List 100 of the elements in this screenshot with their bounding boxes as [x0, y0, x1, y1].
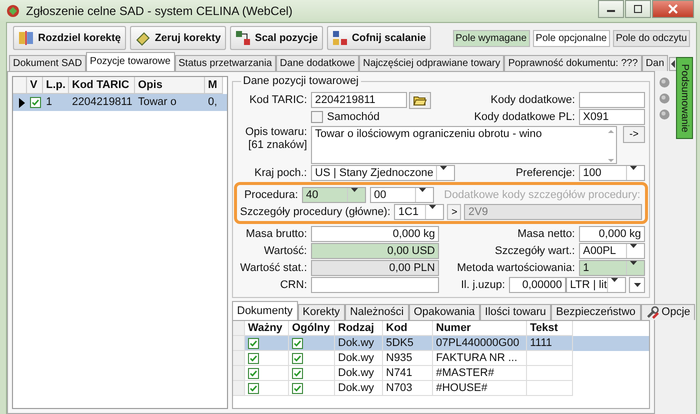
- field-label: Preferencje:: [514, 167, 576, 179]
- dropdown-field[interactable]: 1: [579, 260, 645, 276]
- tab[interactable]: Dane dodatkowe: [276, 55, 359, 71]
- table-row[interactable]: Dok.wy N935 FAKTURA NR ...: [233, 351, 649, 366]
- dropdown-field[interactable]: 00: [370, 187, 434, 203]
- checkbox[interactable]: [292, 368, 303, 378]
- table-row[interactable]: Dok.wy N703 #HOUSE#: [233, 381, 649, 396]
- field-label: Kody dodatkowe PL:: [473, 111, 576, 123]
- close-button[interactable]: [652, 0, 694, 18]
- tab[interactable]: Ilości towaru: [480, 304, 552, 320]
- tab[interactable]: Należności: [344, 304, 409, 320]
- tab[interactable]: Dokumenty: [232, 301, 298, 320]
- input-field[interactable]: 0,00 USD: [311, 243, 439, 259]
- tab[interactable]: Opcje: [640, 304, 696, 320]
- tab[interactable]: Najczęściej odprawiane towary: [358, 55, 504, 71]
- checkbox[interactable]: [292, 382, 303, 394]
- table-cell: FAKTURA NR ...: [433, 351, 527, 366]
- table-cell: Dok.wy: [335, 351, 383, 366]
- legend-label: Pole wymagane: [452, 30, 530, 46]
- input-field[interactable]: 2204219811: [311, 92, 407, 108]
- table-cell: N935: [383, 351, 433, 366]
- table-cell-text: 0,: [207, 95, 218, 110]
- table-cell: 1111: [527, 336, 573, 351]
- dropdown-field[interactable]: US | Stany Zjednoczone: [311, 165, 455, 181]
- tab[interactable]: Dan: [642, 55, 668, 71]
- dropdown-field[interactable]: 100: [579, 165, 645, 181]
- input-field[interactable]: 0,00000: [509, 277, 566, 293]
- group-title: Dane pozycji towarowej: [241, 75, 361, 87]
- tab[interactable]: Korekty: [298, 304, 345, 320]
- close-icon: [668, 4, 678, 14]
- legend-label: Pole opcjonalne: [532, 30, 610, 46]
- merge-icon: [234, 30, 251, 46]
- description-textarea[interactable]: Towar o ilościowym ograniczeniu obrotu - wino: [311, 126, 617, 164]
- column-header[interactable]: Kod TARIC: [69, 77, 135, 94]
- table-cell: N741: [383, 366, 433, 381]
- toolbar-button[interactable]: Zeruj korekty: [130, 26, 226, 50]
- maximize-icon: [633, 5, 643, 13]
- checkbox[interactable]: [248, 368, 259, 378]
- tab[interactable]: Dokument SAD: [9, 55, 86, 71]
- table-cell: Dok.wy: [335, 381, 383, 396]
- toolbar-button[interactable]: Rozdziel korektę: [13, 26, 126, 50]
- dropdown-field[interactable]: 1C1: [394, 204, 444, 220]
- table-cell: [527, 351, 573, 366]
- field-label: Szczegóły procedury (główne):: [240, 206, 392, 218]
- table-row[interactable]: Dok.wy N741 #MASTER#: [233, 366, 649, 381]
- input-field[interactable]: X091: [579, 109, 645, 125]
- field-label: Wartość stat.:: [239, 262, 308, 274]
- checkbox[interactable]: [311, 111, 323, 123]
- circle-button[interactable]: [659, 109, 670, 120]
- tab[interactable]: Status przetwarzania: [174, 55, 276, 71]
- tab[interactable]: Poprawność dokumentu: ???: [504, 55, 642, 71]
- table-row[interactable]: Dok.wy 5DK5 07PL440000G00 1111: [233, 336, 649, 351]
- legend-label: Pole do odczytu: [612, 30, 690, 46]
- maximize-button[interactable]: [625, 0, 651, 18]
- column-header[interactable]: M: [205, 77, 223, 94]
- split-icon: [18, 30, 34, 46]
- input-field[interactable]: [579, 92, 645, 108]
- input-field[interactable]: [311, 277, 439, 293]
- checkbox[interactable]: [248, 352, 259, 364]
- field-label: Kod TARIC:: [248, 94, 308, 106]
- minimize-button[interactable]: [598, 0, 624, 18]
- toolbar-button[interactable]: Cofnij scalanie: [326, 26, 431, 50]
- table-cell: #HOUSE#: [433, 381, 527, 396]
- dropdown-field[interactable]: A00PL: [579, 243, 645, 259]
- column-header[interactable]: L.p.: [43, 77, 69, 94]
- field-label: Szczegóły wart.:: [494, 245, 576, 257]
- circle-button[interactable]: [659, 77, 670, 88]
- toolbar-button[interactable]: Scal pozycje: [230, 26, 323, 50]
- field-label: CRN:: [279, 279, 308, 291]
- tools-icon: [646, 306, 660, 319]
- checkbox[interactable]: [248, 382, 259, 394]
- column-header[interactable]: V: [27, 77, 43, 94]
- tab[interactable]: Bezpieczeństwo: [551, 304, 641, 320]
- samochod-checkbox[interactable]: Samochód: [311, 111, 380, 123]
- table-row[interactable]: 1 2204219811 Towar o 0,: [13, 94, 227, 111]
- checkbox[interactable]: [248, 338, 259, 348]
- tab[interactable]: Opakowania: [408, 304, 480, 320]
- input-field[interactable]: 0,00 PLN: [311, 260, 439, 276]
- transfer-button[interactable]: >: [447, 204, 462, 220]
- checkbox[interactable]: [292, 352, 303, 364]
- table-cell: Dok.wy: [335, 336, 383, 351]
- circle-button[interactable]: [659, 93, 670, 104]
- summary-tab[interactable]: Podsumowanie: [676, 57, 693, 139]
- checkbox[interactable]: [30, 97, 41, 108]
- dropdown-field[interactable]: 40: [302, 187, 366, 203]
- open-button[interactable]: [409, 92, 431, 108]
- table-cell: 07PL440000G00: [433, 336, 527, 351]
- scrollbar[interactable]: [606, 127, 616, 165]
- field-label: Dodatkowe kody szczegółów procedury:: [444, 189, 640, 201]
- table-cell-text: Towar o: [137, 95, 178, 110]
- column-header[interactable]: Opis: [135, 77, 205, 94]
- table-cell: [527, 366, 573, 381]
- input-field[interactable]: 0,000 kg: [311, 226, 439, 242]
- tab[interactable]: Pozycje towarowe: [86, 52, 175, 71]
- checkbox[interactable]: [292, 338, 303, 348]
- table-corner: [233, 321, 245, 336]
- dropdown-button[interactable]: [629, 277, 645, 293]
- dropdown-field[interactable]: LTR | lit: [566, 277, 626, 293]
- expand-button[interactable]: ->: [623, 126, 645, 143]
- input-field[interactable]: 0,000 kg: [579, 226, 645, 242]
